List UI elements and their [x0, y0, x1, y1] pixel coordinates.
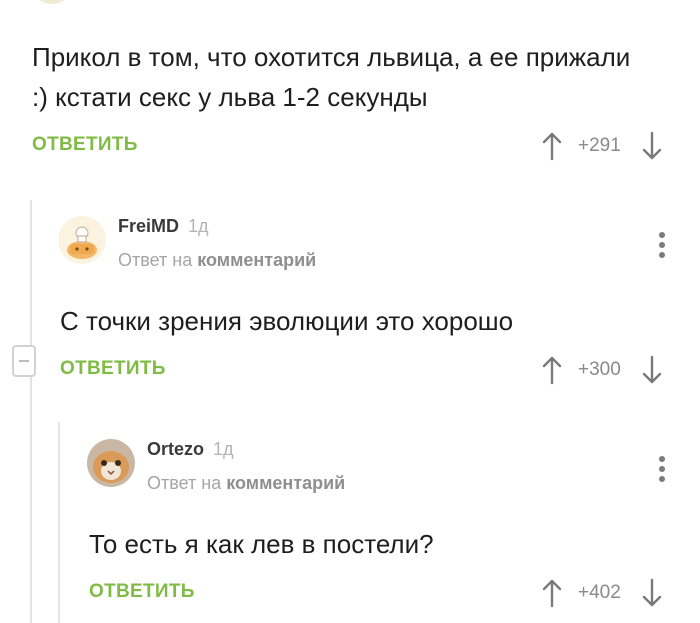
username[interactable]: FreiMD: [118, 216, 179, 237]
user-avatar-freimd-icon: [58, 216, 106, 264]
thread-line-level-1: [30, 200, 32, 623]
comment-1-rating: +291: [540, 130, 664, 162]
username[interactable]: Ortezo: [147, 439, 204, 460]
arrow-down-icon[interactable]: [640, 131, 664, 161]
comment-2-reply-button[interactable]: ОТВЕТИТЬ: [60, 358, 166, 380]
arrow-up-icon[interactable]: [540, 131, 564, 161]
comment-3-text: То есть я как лев в постели?: [89, 529, 434, 559]
avatar[interactable]: [87, 439, 135, 487]
comment-2-score: +300: [578, 359, 621, 380]
arrow-up-icon[interactable]: [540, 578, 564, 608]
reply-to-comment-link[interactable]: комментарий: [226, 473, 345, 493]
comment-2-rating: +300: [540, 354, 664, 386]
arrow-down-icon[interactable]: [640, 578, 664, 608]
comment-1-score: +291: [578, 135, 621, 156]
comment-1-reply-button[interactable]: ОТВЕТИТЬ: [32, 134, 138, 156]
collapse-thread-button[interactable]: [12, 345, 36, 377]
previous-avatar-fragment: [30, 0, 74, 4]
reply-to-comment-link[interactable]: комментарий: [197, 250, 316, 270]
comment-3-reply-button[interactable]: ОТВЕТИТЬ: [89, 581, 195, 603]
arrow-up-icon[interactable]: [540, 355, 564, 385]
comment-2-more-button[interactable]: [655, 230, 669, 260]
comment-2-header: FreiMD 1д Ответ на комментарий: [58, 216, 316, 271]
comment-1-text: Прикол в том, что охотится львица, а ее …: [32, 42, 631, 112]
comment-3-more-button[interactable]: [655, 454, 669, 484]
user-avatar-ortezo-icon: [87, 439, 135, 487]
avatar[interactable]: [58, 216, 106, 264]
arrow-down-icon[interactable]: [640, 355, 664, 385]
comment-3-header: Ortezo 1д Ответ на комментарий: [87, 439, 345, 494]
comment-3-rating: +402: [540, 577, 664, 609]
comment-3-score: +402: [578, 582, 621, 603]
reply-to-prefix: Ответ на: [118, 250, 193, 270]
reply-to-label: Ответ на комментарий: [147, 473, 345, 494]
comment-2-text: С точки зрения эволюции это хорошо: [60, 306, 514, 336]
comment-time: 1д: [213, 439, 234, 459]
reply-to-label: Ответ на комментарий: [118, 250, 316, 271]
comment-time: 1д: [188, 216, 209, 236]
reply-to-prefix: Ответ на: [147, 473, 222, 493]
thread-line-level-2: [58, 422, 60, 623]
